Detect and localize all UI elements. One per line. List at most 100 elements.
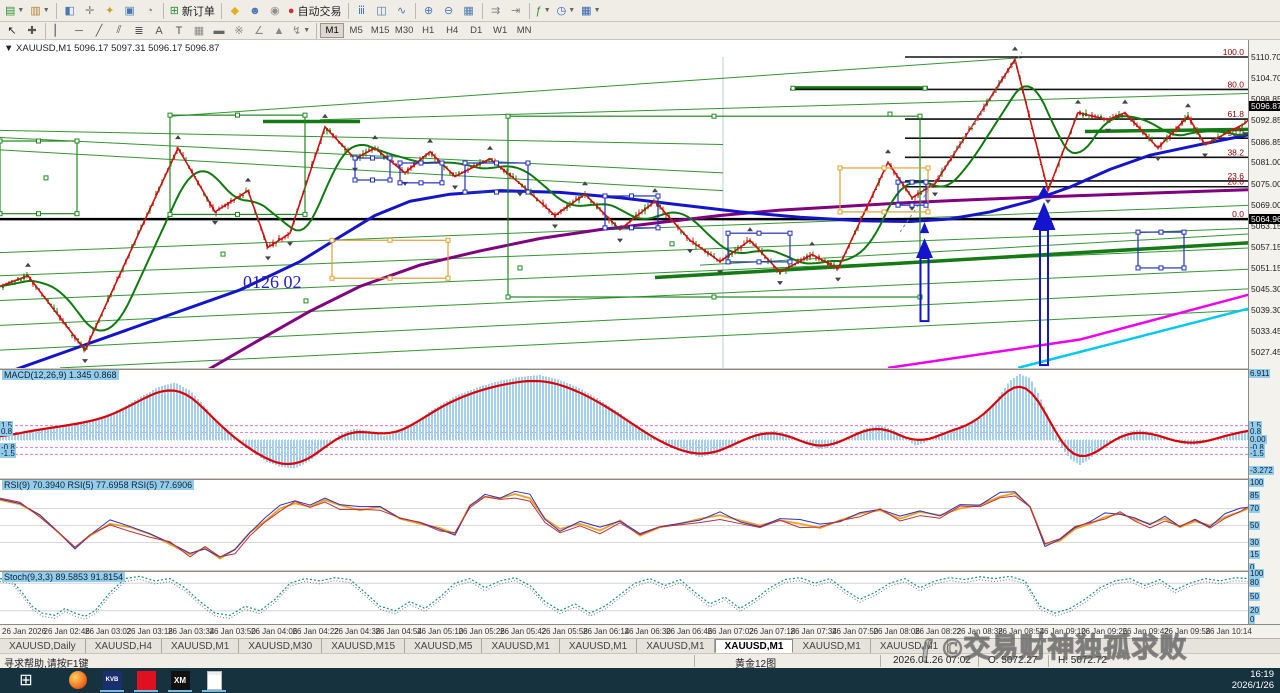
candle-chart-button-glyph: ◫ — [376, 4, 386, 17]
crosshair-tool[interactable]: ✚ — [22, 22, 42, 40]
sounds-button[interactable]: ◉ — [265, 2, 285, 20]
quote-open: O: 5072.27 — [988, 655, 1037, 666]
market-watch-button-glyph: ◧ — [64, 4, 74, 17]
channel-tool[interactable]: ⫽ — [109, 22, 129, 40]
grid-tool[interactable]: ▦ — [189, 22, 209, 40]
chart-text-annotation: 0126 02 — [243, 272, 302, 292]
indicators-button[interactable]: ƒ▼ — [533, 2, 554, 20]
xm-app-icon[interactable]: XM — [166, 670, 194, 690]
chart-tab-4[interactable]: XAUUSD,M15 — [322, 639, 405, 653]
bar-chart-button[interactable]: ⅲ — [352, 2, 372, 20]
timeframe-m5-button[interactable]: M5 — [344, 23, 368, 38]
zoom-in-button[interactable]: ⊕ — [419, 2, 439, 20]
chart-tab-1[interactable]: XAUUSD,H4 — [86, 639, 162, 653]
pattern-tool-glyph: ※ — [234, 24, 243, 37]
data-window-button-glyph: ✛ — [85, 4, 94, 17]
active-app-indicator — [134, 690, 158, 692]
timeframe-mn-button[interactable]: MN — [512, 23, 536, 38]
chart-tab-2[interactable]: XAUUSD,M1 — [162, 639, 239, 653]
firefox-icon[interactable] — [64, 670, 92, 690]
channel-tool-glyph: ⫽ — [117, 24, 122, 37]
fractal-arrow-icon — [885, 149, 891, 153]
periods-button-glyph: ◷ — [557, 4, 567, 17]
terminal-button[interactable]: ▣ — [120, 2, 140, 20]
line-chart-button[interactable]: ∿ — [392, 2, 412, 20]
market-watch-button[interactable]: ◧ — [60, 2, 80, 20]
strategy-tester-button[interactable]: ◔ — [140, 2, 160, 20]
cycle-tool[interactable]: ↯▼ — [289, 22, 313, 40]
periods-button[interactable]: ◷▼ — [554, 2, 579, 20]
new-chart-button[interactable]: ▤▼ — [2, 2, 27, 20]
blue-rectangle-handle — [757, 260, 761, 264]
pattern-tool[interactable]: ※ — [229, 22, 249, 40]
timeframe-m1-button[interactable]: M1 — [320, 23, 344, 38]
panel-separator[interactable] — [0, 368, 1280, 370]
fibonacci-tool[interactable]: ≣ — [129, 22, 149, 40]
kvb-app-icon[interactable]: KVB — [98, 670, 126, 690]
green-rectangle-handle — [712, 114, 716, 118]
blue-rectangle-handle — [388, 156, 392, 160]
rectangle-tool[interactable]: ▬ — [209, 22, 229, 40]
data-window-button[interactable]: ✛ — [80, 2, 100, 20]
angle-tool[interactable]: ∠ — [249, 22, 269, 40]
chart-shift-button[interactable]: ⇥ — [506, 2, 526, 20]
zoom-out-button[interactable]: ⊖ — [439, 2, 459, 20]
chart-tab-11[interactable]: XAUUSD,M1 — [871, 639, 948, 653]
text-tool[interactable]: A — [149, 22, 169, 40]
blue-rectangle-handle — [440, 161, 444, 165]
profiles-button[interactable]: ▥▼ — [27, 2, 52, 20]
timeframe-m30-button[interactable]: M30 — [392, 23, 416, 38]
stoch-k-line — [0, 576, 1248, 616]
macd-left-tag: 0.8 — [0, 427, 13, 436]
stoch-panel — [0, 576, 1248, 619]
auto-scroll-button[interactable]: ⇉ — [486, 2, 506, 20]
start-button[interactable]: ⊞ — [12, 670, 40, 690]
chart-tab-3[interactable]: XAUUSD,M30 — [239, 639, 322, 653]
metaeditor-button[interactable]: ◆ — [225, 2, 245, 20]
taskbar-clock[interactable]: 16:192026/1/26 — [1232, 669, 1274, 691]
timeframe-h1-button[interactable]: H1 — [416, 23, 440, 38]
timeframe-h4-button[interactable]: H4 — [440, 23, 464, 38]
experts-button[interactable]: ☻ — [245, 2, 265, 20]
timeframe-m15-button[interactable]: M15 — [368, 23, 392, 38]
new-order-button[interactable]: ⊞新订单 — [167, 2, 218, 20]
label-tool[interactable]: T — [169, 22, 189, 40]
blue-rectangle-handle — [757, 231, 761, 235]
fractal-arrow-icon — [1045, 200, 1051, 204]
chart-tab-6[interactable]: XAUUSD,M1 — [482, 639, 559, 653]
panel-separator[interactable] — [0, 570, 1280, 572]
chart-region[interactable]: ▼ XAUUSD,M1 5096.17 5097.31 5096.17 5096… — [0, 40, 1280, 624]
chart-tab-9[interactable]: XAUUSD,M1 — [715, 639, 794, 653]
chart-tab-5[interactable]: XAUUSD,M5 — [405, 639, 482, 653]
timeframe-d1-button[interactable]: D1 — [464, 23, 488, 38]
tile-windows-button[interactable]: ▦ — [459, 2, 479, 20]
chart-tab-10[interactable]: XAUUSD,M1 — [793, 639, 870, 653]
blue-rectangle-handle — [630, 194, 634, 198]
arrow-tool[interactable]: ▲ — [269, 22, 289, 40]
fractal-arrow-icon — [1185, 103, 1191, 107]
candle-chart-button[interactable]: ◫ — [372, 2, 392, 20]
orange-rectangle-handle — [882, 210, 886, 214]
cursor-tool[interactable]: ↖ — [2, 22, 22, 40]
trendline-tool[interactable]: ╱ — [89, 22, 109, 40]
fib-label: 0.0 — [1232, 209, 1244, 219]
chart-tab-8[interactable]: XAUUSD,M1 — [637, 639, 714, 653]
toolbar-drawing: ↖✚ ▏─╱ ⫽ ≣AT▦▬ ※ ∠▲↯▼ M1M5M15M30H1H4D1W1MN — [0, 22, 1280, 40]
timeframe-w1-button[interactable]: W1 — [488, 23, 512, 38]
vertical-line-tool[interactable]: ▏ — [49, 22, 69, 40]
chart-canvas[interactable]: 100.080.061.850.038.223.620.00.00126 02 — [0, 40, 1248, 624]
red-app-icon[interactable] — [132, 670, 160, 690]
notepad-icon[interactable] — [200, 670, 228, 690]
blue-rectangle-handle — [924, 203, 928, 207]
time-tick: 26 Jan 05:10 — [417, 627, 463, 636]
templates-button[interactable]: ▦▼ — [578, 2, 603, 20]
chart-tab-0[interactable]: XAUUSD,Daily — [0, 639, 86, 653]
chart-tab-7[interactable]: XAUUSD,M1 — [560, 639, 637, 653]
fractal-arrow-icon — [287, 242, 293, 246]
navigator-button[interactable]: ✦ — [100, 2, 120, 20]
horizontal-line-tool[interactable]: ─ — [69, 22, 89, 40]
blue-rectangle-handle — [353, 156, 357, 160]
auto-trading-button[interactable]: ●自动交易 — [285, 2, 345, 20]
time-tick: 26 Jan 06:46 — [666, 627, 712, 636]
rsi-slow-line — [0, 496, 1248, 557]
